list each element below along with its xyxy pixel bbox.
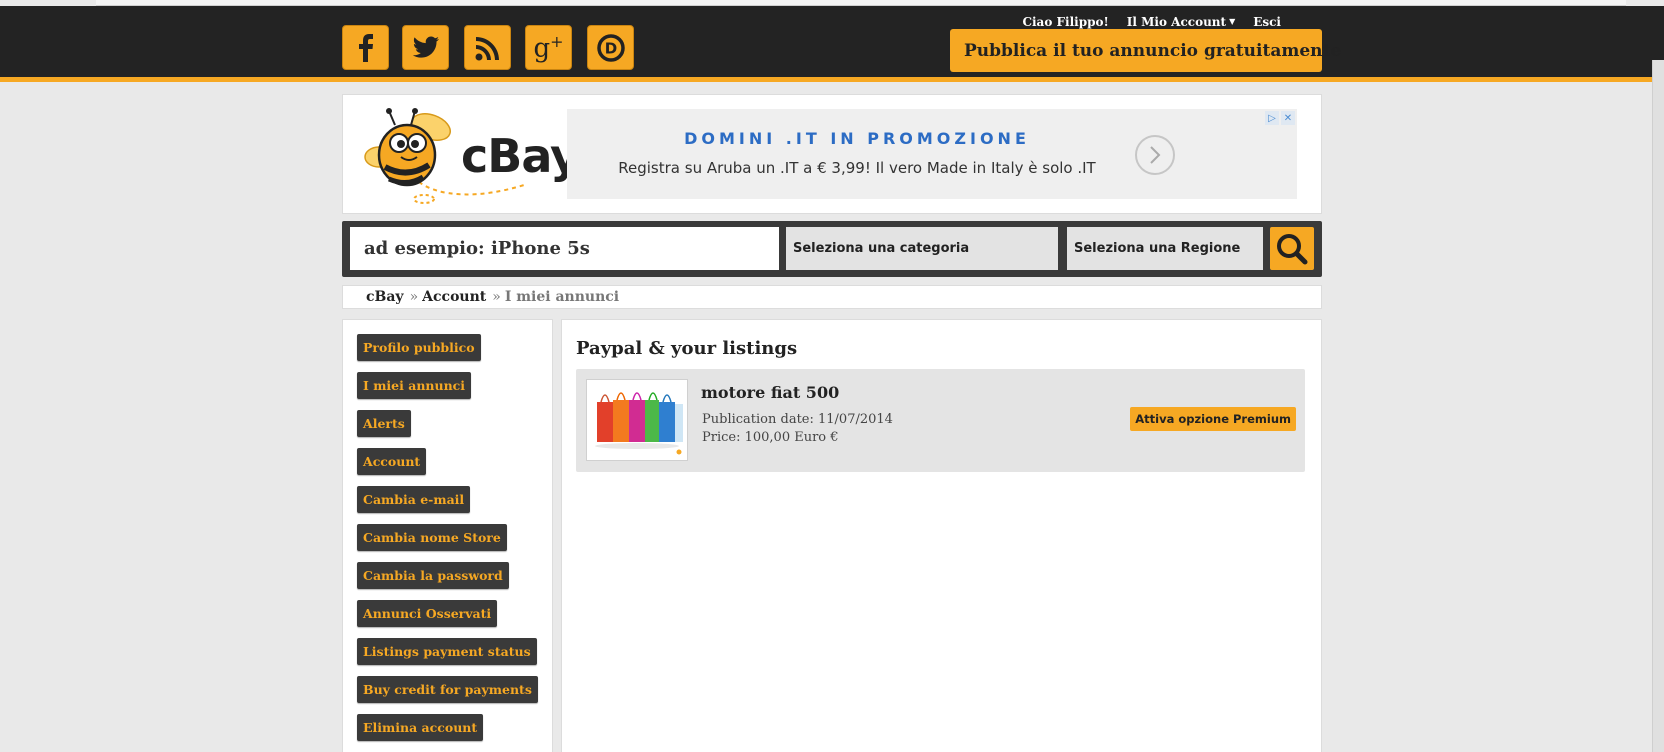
twitter-icon[interactable] [402,25,449,70]
breadcrumb: cBay » Account » I miei annunci [342,285,1322,309]
ad-title: DOMINI .IT IN PROMOZIONE [684,129,1030,148]
publish-ad-button[interactable]: Pubblica il tuo annuncio gratuitamente [950,29,1341,72]
sidebar-item-change-password[interactable]: Cambia la password [357,562,509,589]
sidebar-item-my-ads[interactable]: I miei annunci [357,372,472,399]
listing-title[interactable]: motore fiat 500 [701,383,839,402]
rss-icon[interactable] [464,25,511,70]
greeting-link[interactable]: Ciao Filippo! [1022,15,1108,29]
google-plus-icon[interactable]: g+ [525,25,572,70]
listing-date: Publication date: 11/07/2014 [702,412,893,427]
chevron-right-icon[interactable] [1135,135,1175,175]
search-icon [1277,233,1308,264]
logout-link[interactable]: Esci [1253,15,1281,29]
publish-ad-label: Pubblica il tuo annuncio gratuitamente [964,40,1342,61]
search-button[interactable] [1270,227,1314,270]
sidebar-item-change-store-name[interactable]: Cambia nome Store [357,524,507,551]
ad-banner[interactable]: DOMINI .IT IN PROMOZIONE Registra su Aru… [567,109,1297,199]
site-header: g+ D Ciao Filippo! Il Mio Account ▼ Esci … [0,6,1664,82]
scrollbar[interactable] [1652,60,1664,752]
listing-item: motore fiat 500 Publication date: 11/07/… [576,369,1305,472]
sidebar-item-alerts[interactable]: Alerts [357,410,411,437]
category-select[interactable]: Seleziona una categoria [786,227,1058,270]
disqus-icon[interactable]: D [587,25,634,70]
sidebar-item-change-email[interactable]: Cambia e-mail [357,486,471,513]
ad-info-icon[interactable]: ▷ [1265,111,1279,125]
breadcrumb-current: I miei annunci [504,289,620,305]
my-account-label: Il Mio Account [1126,15,1227,29]
close-icon[interactable]: ✕ [1281,111,1295,125]
caret-down-icon: ▼ [1229,16,1236,26]
sidebar-item-watched-ads[interactable]: Annunci Osservati [357,600,498,627]
page-title: Paypal & your listings [576,338,798,359]
breadcrumb-separator: » [409,289,419,305]
cbay-logo[interactable]: cBay [359,107,580,204]
activate-premium-button[interactable]: Attiva opzione Premium [1130,407,1296,431]
main-content: Paypal & your listings motore fiat 500 P… [561,319,1322,752]
account-sidebar: Profilo pubblico I miei annunci Alerts A… [342,319,553,752]
breadcrumb-account[interactable]: Account [422,289,486,305]
shopping-bags-image [587,380,687,460]
my-account-menu[interactable]: Il Mio Account ▼ [1127,15,1235,29]
facebook-icon[interactable] [342,25,389,70]
listing-thumbnail[interactable] [586,379,688,461]
logo-text: cBay [461,129,580,183]
sidebar-item-payment-status[interactable]: Listings payment status [357,638,537,665]
sidebar-item-buy-credit[interactable]: Buy credit for payments [357,676,538,703]
user-links: Ciao Filippo! Il Mio Account ▼ Esci [1022,15,1281,29]
sidebar-item-delete-account[interactable]: Elimina account [357,714,484,741]
listing-price: Price: 100,00 Euro € [702,430,839,445]
search-input[interactable] [350,227,779,270]
breadcrumb-separator: » [492,289,501,305]
ad-text: Registra su Aruba un .IT a € 3,99! Il ve… [618,159,1096,177]
region-select[interactable]: Seleziona una Regione [1067,227,1263,270]
breadcrumb-home[interactable]: cBay [366,289,404,305]
logo-panel: cBay DOMINI .IT IN PROMOZIONE Registra s… [342,94,1322,214]
sidebar-item-public-profile[interactable]: Profilo pubblico [357,334,481,361]
ad-choices: ▷ ✕ [1265,111,1295,125]
sidebar-item-account[interactable]: Account [357,448,427,475]
search-bar: Seleziona una categoria Seleziona una Re… [342,221,1322,277]
svg-text:D: D [604,39,616,57]
